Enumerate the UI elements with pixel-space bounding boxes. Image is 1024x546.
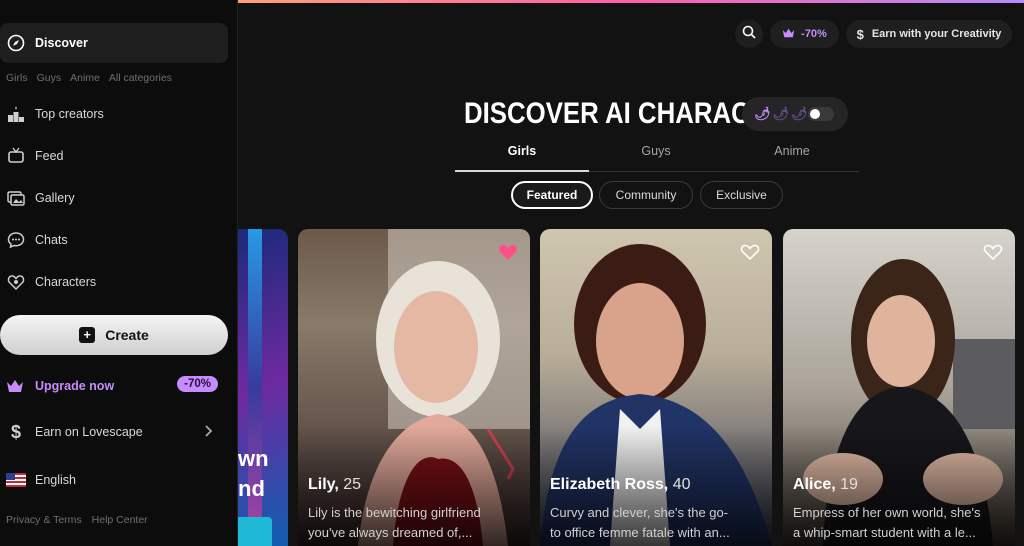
sidebar-item-label: Feed xyxy=(35,149,64,163)
tv-icon xyxy=(6,146,26,166)
promo-label: -70% xyxy=(801,28,827,40)
pepper-icon: 🌶 xyxy=(754,106,771,121)
sidebar-item-feed[interactable]: Feed xyxy=(0,136,228,176)
discount-badge: -70% xyxy=(177,376,218,392)
card-name: Elizabeth Ross, 40 xyxy=(550,476,691,494)
sidebar-item-label: Characters xyxy=(35,275,97,289)
language-selector[interactable]: English xyxy=(0,460,228,500)
crown-icon xyxy=(782,28,795,41)
privacy-terms-link[interactable]: Privacy & Terms xyxy=(6,514,82,526)
sidebar-item-label: Top creators xyxy=(35,107,104,121)
card-description-line: a whip-smart student with a le... xyxy=(793,525,976,540)
compass-icon xyxy=(6,33,26,53)
sidebar-item-top-creators[interactable]: Top creators xyxy=(0,94,228,134)
characters-icon xyxy=(6,272,26,292)
tab-girls[interactable]: Girls xyxy=(455,144,589,158)
category-girls[interactable]: Girls xyxy=(6,72,28,84)
card-age: 40 xyxy=(672,476,691,493)
sidebar-item-earn[interactable]: $ Earn on Lovescape xyxy=(0,412,228,452)
top-accent-bar xyxy=(238,0,1024,3)
footer-links: Privacy & Terms Help Center xyxy=(6,514,148,526)
card-name: Lily, 25 xyxy=(308,476,361,494)
language-label: English xyxy=(35,473,76,487)
category-all[interactable]: All categories xyxy=(109,72,172,84)
toggle-switch[interactable] xyxy=(808,107,834,121)
upgrade-now-link[interactable]: Upgrade now -70% xyxy=(0,366,228,406)
sidebar-item-label: Earn on Lovescape xyxy=(35,425,143,439)
gallery-icon xyxy=(6,188,26,208)
pepper-icon: 🌶 xyxy=(772,106,790,121)
category-links: Girls Guys Anime All categories xyxy=(6,72,172,84)
character-card-lily[interactable]: Lily, 25 Lily is the bewitching girlfrie… xyxy=(298,229,530,546)
search-button[interactable] xyxy=(735,20,763,48)
crown-icon xyxy=(6,379,26,393)
sidebar-item-chats[interactable]: Chats xyxy=(0,220,228,260)
sidebar-item-characters[interactable]: Characters xyxy=(0,262,228,302)
card-description-line: Lily is the bewitching girlfriend xyxy=(308,505,481,520)
card-description-line: you've always dreamed of,... xyxy=(308,525,473,540)
sidebar: Discover Girls Guys Anime All categories… xyxy=(0,0,238,546)
chat-icon xyxy=(6,230,26,250)
category-guys[interactable]: Guys xyxy=(37,72,62,84)
sidebar-item-gallery[interactable]: Gallery xyxy=(0,178,228,218)
earn-creativity-button[interactable]: $ Earn with your Creativity xyxy=(846,20,1012,48)
plus-icon: + xyxy=(79,327,96,343)
heart-icon[interactable] xyxy=(498,243,518,266)
chevron-right-icon xyxy=(204,424,214,441)
promo-button[interactable]: -70% xyxy=(770,20,839,48)
card-image-detail xyxy=(238,517,272,546)
card-name: Alice, 19 xyxy=(793,476,858,494)
card-name-text: Alice, xyxy=(793,476,836,493)
dollar-icon: $ xyxy=(856,26,864,42)
spicy-toggle[interactable]: 🌶 🌶 🌶 xyxy=(742,97,848,131)
card-description-line: Curvy and clever, she's the go- xyxy=(550,505,729,520)
podium-icon xyxy=(6,104,26,124)
tab-guys[interactable]: Guys xyxy=(589,144,723,158)
card-description-line: to office femme fatale with an... xyxy=(550,525,730,540)
partial-caption-line: nd xyxy=(238,476,265,501)
card-name-text: Elizabeth Ross, xyxy=(550,476,669,493)
dollar-icon: $ xyxy=(10,421,21,442)
active-tab-indicator xyxy=(455,170,589,172)
card-name-text: Lily, xyxy=(308,476,339,493)
pepper-icon: 🌶 xyxy=(791,106,808,121)
search-icon xyxy=(742,25,756,44)
sidebar-item-label: Chats xyxy=(35,233,68,247)
create-button[interactable]: + Create xyxy=(0,315,228,355)
card-age: 19 xyxy=(840,476,858,493)
category-anime[interactable]: Anime xyxy=(70,72,100,84)
sidebar-item-discover[interactable]: Discover xyxy=(0,23,228,63)
earn-label: Earn with your Creativity xyxy=(871,28,1002,40)
heart-outline-icon[interactable] xyxy=(740,243,760,266)
card-description: Empress of her own world, she's a whip-s… xyxy=(793,503,1005,543)
character-card-alice[interactable]: Alice, 19 Empress of her own world, she'… xyxy=(783,229,1015,546)
heart-outline-icon[interactable] xyxy=(983,243,1003,266)
filter-exclusive[interactable]: Exclusive xyxy=(700,181,783,209)
card-description-line: Empress of her own world, she's xyxy=(793,505,981,520)
create-label: Create xyxy=(105,327,149,343)
sidebar-item-label: Gallery xyxy=(35,191,75,205)
sidebar-item-label: Discover xyxy=(35,36,88,50)
partial-card-caption: wn nd xyxy=(238,444,269,504)
character-card-elizabeth[interactable]: Elizabeth Ross, 40 Curvy and clever, she… xyxy=(540,229,772,546)
card-description: Curvy and clever, she's the go- to offic… xyxy=(550,503,762,543)
filter-community[interactable]: Community xyxy=(599,181,693,209)
partial-caption-line: wn xyxy=(238,446,269,471)
card-description: Lily is the bewitching girlfriend you've… xyxy=(308,503,520,543)
upgrade-label: Upgrade now xyxy=(35,379,115,393)
us-flag-icon xyxy=(6,470,26,490)
card-age: 25 xyxy=(343,476,362,493)
category-tabs: Girls Guys Anime xyxy=(455,140,859,172)
filter-featured[interactable]: Featured xyxy=(511,181,593,209)
help-center-link[interactable]: Help Center xyxy=(92,514,148,526)
tab-anime[interactable]: Anime xyxy=(725,144,859,158)
